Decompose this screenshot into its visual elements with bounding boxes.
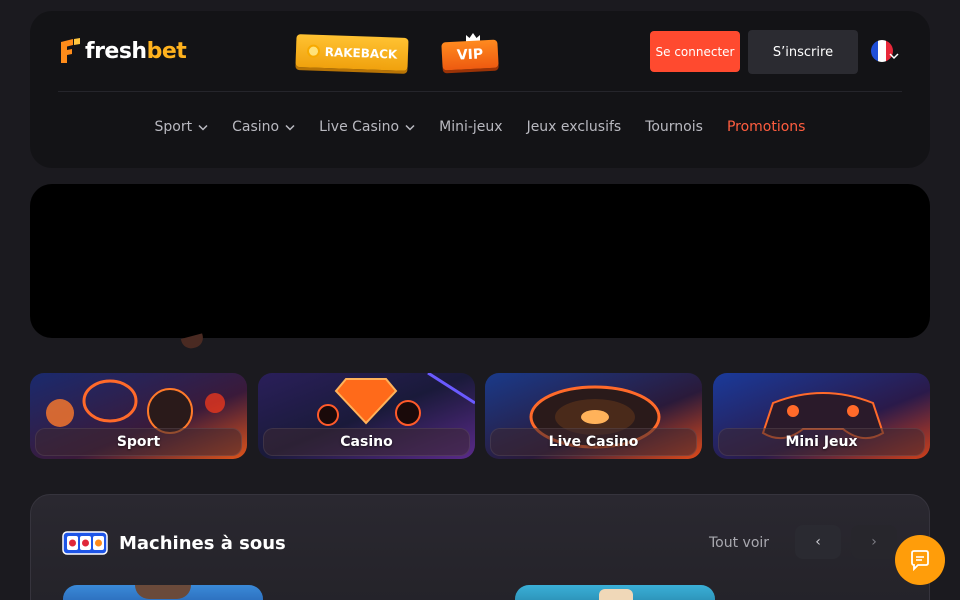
game-thumbnail-art bbox=[135, 585, 191, 599]
game-thumbnail[interactable] bbox=[63, 585, 263, 600]
nav-item-casino[interactable]: Casino bbox=[232, 119, 295, 135]
logo-mark-icon bbox=[61, 38, 80, 63]
chevron-down-icon bbox=[285, 124, 295, 131]
category-card-casino[interactable]: Casino bbox=[258, 373, 475, 459]
section-title: Machines à sous bbox=[119, 533, 286, 554]
nav-item-label: Sport bbox=[154, 119, 193, 135]
nav-item-label: Jeux exclusifs bbox=[526, 119, 622, 135]
chevron-down-icon bbox=[405, 124, 415, 131]
logo[interactable]: freshbet bbox=[59, 36, 187, 66]
category-label: Live Casino bbox=[490, 428, 697, 456]
carousel-next-button[interactable]: › bbox=[851, 525, 897, 559]
logo-text-main: fresh bbox=[85, 38, 147, 64]
slots-section: Machines à sous Tout voir ‹ › bbox=[30, 494, 930, 600]
rakeback-button[interactable]: RAKEBACK bbox=[295, 34, 409, 71]
category-label: Casino bbox=[263, 428, 470, 456]
logo-text-accent: bet bbox=[146, 38, 187, 64]
header-divider bbox=[58, 91, 902, 92]
rakeback-label: RAKEBACK bbox=[324, 44, 398, 62]
nav-item-label: Tournois bbox=[645, 119, 703, 135]
nav-item-mini-jeux[interactable]: Mini-jeux bbox=[439, 119, 502, 135]
nav-item-label: Live Casino bbox=[319, 119, 400, 135]
language-selector[interactable] bbox=[871, 40, 901, 64]
nav-item-label: Promotions bbox=[726, 119, 806, 135]
vip-button[interactable]: VIP bbox=[441, 33, 500, 71]
game-thumbnail[interactable] bbox=[515, 585, 715, 600]
login-button[interactable]: Se connecter bbox=[650, 31, 740, 72]
chevron-right-icon: › bbox=[871, 534, 877, 550]
chat-button[interactable] bbox=[895, 535, 945, 585]
coin-icon bbox=[306, 44, 320, 58]
nav-item-sport[interactable]: Sport bbox=[155, 119, 209, 135]
signup-button[interactable]: S’inscrire bbox=[748, 30, 858, 74]
nav-item-live-casino[interactable]: Live Casino bbox=[319, 119, 415, 135]
main-nav: Sport Casino Live Casino Mini-jeux Jeux … bbox=[30, 119, 930, 135]
game-thumbnail-art bbox=[599, 589, 633, 600]
carousel-prev-button[interactable]: ‹ bbox=[795, 525, 841, 559]
category-card-mini-jeux[interactable]: Mini Jeux bbox=[713, 373, 930, 459]
promo-banner[interactable] bbox=[30, 184, 930, 338]
chevron-down-icon bbox=[889, 53, 899, 60]
chevron-down-icon bbox=[198, 124, 208, 131]
nav-item-tournois[interactable]: Tournois bbox=[645, 119, 703, 135]
see-all-link[interactable]: Tout voir bbox=[709, 535, 769, 551]
category-label: Sport bbox=[35, 428, 242, 456]
site-header: freshbet RAKEBACK VIP Se connecter S’ins… bbox=[30, 11, 930, 168]
vip-label: VIP bbox=[441, 39, 499, 71]
nav-item-label: Mini-jeux bbox=[439, 119, 503, 135]
category-card-sport[interactable]: Sport bbox=[30, 373, 247, 459]
slot-machine-icon bbox=[62, 531, 108, 555]
nav-item-label: Casino bbox=[232, 119, 280, 135]
nav-item-jeux-exclusifs[interactable]: Jeux exclusifs bbox=[527, 119, 622, 135]
chat-icon bbox=[911, 550, 929, 571]
category-label: Mini Jeux bbox=[718, 428, 925, 456]
chevron-left-icon: ‹ bbox=[815, 534, 821, 550]
nav-item-promotions[interactable]: Promotions bbox=[727, 119, 806, 135]
category-card-live-casino[interactable]: Live Casino bbox=[485, 373, 702, 459]
